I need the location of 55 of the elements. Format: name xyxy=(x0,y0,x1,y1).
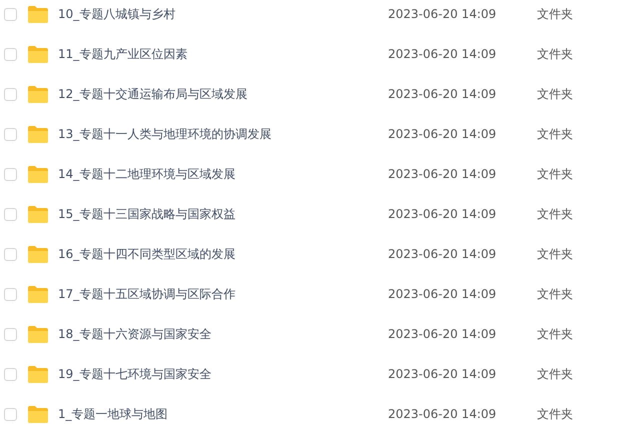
modified-date: 2023-06-20 14:09 xyxy=(388,47,498,61)
checkbox[interactable] xyxy=(4,48,17,60)
folder-name[interactable]: 19_专题十七环境与国家安全 xyxy=(58,366,388,382)
folder-icon xyxy=(28,126,48,142)
modified-date: 2023-06-20 14:09 xyxy=(388,327,498,341)
folder-icon xyxy=(28,366,48,382)
folder-name[interactable]: 12_专题十交通运输布局与区域发展 xyxy=(58,86,388,102)
checkbox[interactable] xyxy=(4,328,17,340)
checkbox[interactable] xyxy=(4,368,17,380)
folder-name[interactable]: 16_专题十四不同类型区域的发展 xyxy=(58,246,388,262)
checkbox[interactable] xyxy=(4,8,17,20)
file-type: 文件夹 xyxy=(537,126,573,142)
file-type: 文件夹 xyxy=(537,246,573,262)
checkbox[interactable] xyxy=(4,208,17,220)
folder-icon xyxy=(28,286,48,302)
modified-date: 2023-06-20 14:09 xyxy=(388,367,498,381)
folder-icon xyxy=(28,6,48,22)
folder-name[interactable]: 1_专题一地球与地图 xyxy=(58,406,388,422)
folder-name[interactable]: 17_专题十五区域协调与区际合作 xyxy=(58,286,388,302)
file-type: 文件夹 xyxy=(537,46,573,62)
checkbox[interactable] xyxy=(4,168,17,180)
file-type: 文件夹 xyxy=(537,406,573,422)
file-type: 文件夹 xyxy=(537,326,573,342)
checkbox[interactable] xyxy=(4,128,17,140)
modified-date: 2023-06-20 14:09 xyxy=(388,287,498,301)
modified-date: 2023-06-20 14:09 xyxy=(388,127,498,141)
folder-icon xyxy=(28,166,48,182)
modified-date: 2023-06-20 14:09 xyxy=(388,407,498,421)
folder-icon xyxy=(28,206,48,222)
file-type: 文件夹 xyxy=(537,206,573,222)
file-type: 文件夹 xyxy=(537,366,573,382)
folder-name[interactable]: 11_专题九产业区位因素 xyxy=(58,46,388,62)
folder-icon xyxy=(28,246,48,262)
folder-name[interactable]: 14_专题十二地理环境与区域发展 xyxy=(58,166,388,182)
modified-date: 2023-06-20 14:09 xyxy=(388,7,498,21)
checkbox[interactable] xyxy=(4,408,17,420)
folder-icon xyxy=(28,406,48,422)
folder-name[interactable]: 13_专题十一人类与地理环境的协调发展 xyxy=(58,126,388,142)
folder-name[interactable]: 15_专题十三国家战略与国家权益 xyxy=(58,206,388,222)
folder-icon xyxy=(28,46,48,62)
checkbox[interactable] xyxy=(4,248,17,260)
modified-date: 2023-06-20 14:09 xyxy=(388,247,498,261)
modified-date: 2023-06-20 14:09 xyxy=(388,167,498,181)
file-type: 文件夹 xyxy=(537,86,573,102)
modified-date: 2023-06-20 14:09 xyxy=(388,207,498,221)
modified-date: 2023-06-20 14:09 xyxy=(388,87,498,101)
checkbox[interactable] xyxy=(4,88,17,100)
file-type: 文件夹 xyxy=(537,286,573,302)
file-type: 文件夹 xyxy=(537,6,573,22)
folder-name[interactable]: 10_专题八城镇与乡村 xyxy=(58,6,388,22)
file-type: 文件夹 xyxy=(537,166,573,182)
folder-icon xyxy=(28,86,48,102)
checkbox[interactable] xyxy=(4,288,17,300)
folder-name[interactable]: 18_专题十六资源与国家安全 xyxy=(58,326,388,342)
folder-icon xyxy=(28,326,48,342)
